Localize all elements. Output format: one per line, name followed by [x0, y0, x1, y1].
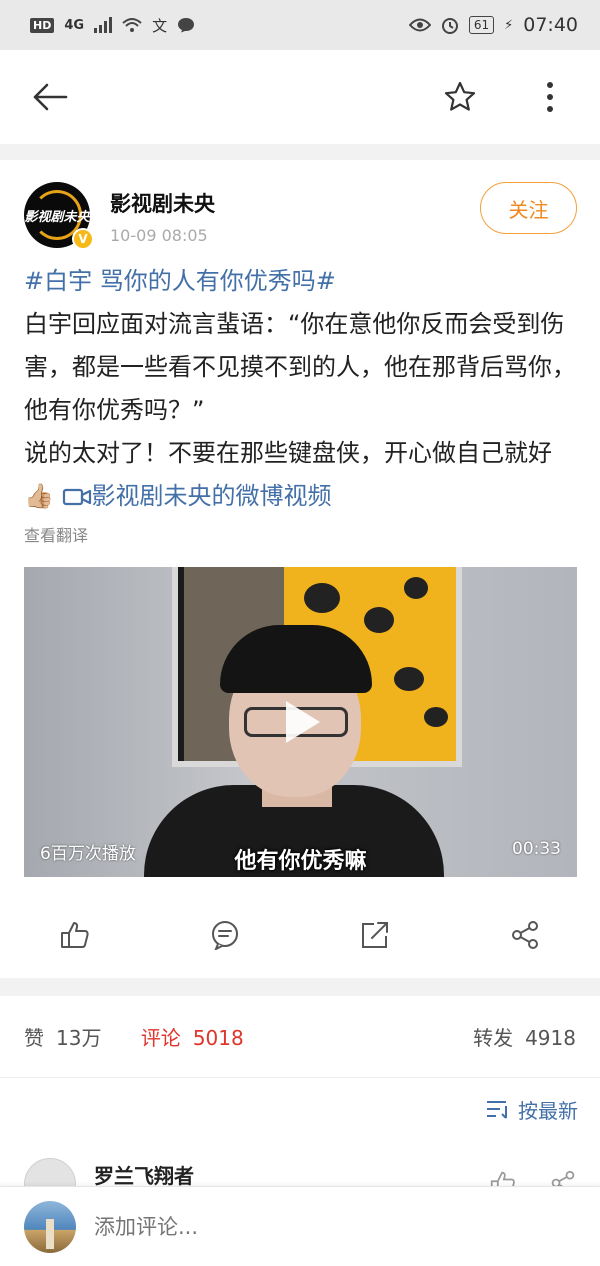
battery-icon: 61: [468, 16, 495, 34]
alarm-icon: [441, 18, 458, 34]
sort-icon: [487, 1101, 507, 1119]
my-avatar[interactable]: [24, 1200, 76, 1253]
video-duration: 00:33: [512, 839, 561, 859]
video-link[interactable]: 影视剧未央的微博视频: [62, 482, 332, 510]
repost-icon: [362, 922, 388, 948]
eye-icon: [408, 18, 431, 32]
back-button[interactable]: [30, 77, 70, 117]
comment-input[interactable]: [94, 1214, 514, 1239]
video-camera-icon: [62, 488, 91, 506]
sort-button[interactable]: 按最新: [486, 1095, 578, 1124]
star-icon: [444, 81, 476, 111]
translate-link[interactable]: 查看翻译: [24, 522, 88, 546]
network-type: 4G: [64, 17, 85, 33]
repost-button[interactable]: [300, 895, 450, 975]
status-bar: HD 4G 文 61 ⚡ 07:40: [0, 0, 600, 50]
stats-tabs: 赞 13万 评论 5018 转发 4918: [0, 996, 600, 1078]
author-avatar[interactable]: 影视剧未央 V: [24, 182, 94, 250]
tab-likes[interactable]: 赞 13万: [24, 1022, 101, 1051]
wifi-icon: [122, 18, 142, 32]
post-text-secondary: 说的太对了！不要在那些键盘侠，开心做自己就好: [24, 439, 552, 467]
thumbs-up-emoji: 👍🏼: [24, 482, 54, 510]
like-icon: [61, 922, 89, 948]
commenter-name[interactable]: 罗兰飞翔者: [94, 1160, 194, 1189]
signal-icon: [94, 17, 113, 33]
hd-badge: HD: [30, 17, 55, 33]
share-icon: [512, 921, 538, 949]
follow-button[interactable]: 关注: [480, 182, 577, 234]
play-icon[interactable]: [276, 697, 326, 747]
sort-bar: 按最新: [0, 1078, 600, 1140]
verified-badge-icon: V: [72, 228, 94, 250]
share-button[interactable]: [450, 895, 600, 975]
post-body: #白宇 骂你的人有你优秀吗# 白宇回应面对流言蜚语：“你在意他你反而会受到伤害，…: [24, 260, 576, 518]
post-card: 影视剧未央 V 影视剧未央 10-09 08:05 关注 #白宇 骂你的人有你优…: [0, 160, 600, 978]
top-nav-bar: [0, 50, 600, 144]
back-arrow-icon: [33, 83, 68, 111]
tab-comments[interactable]: 评论 5018: [141, 1022, 244, 1051]
avatar-logo-text: 影视剧未央: [24, 209, 90, 225]
status-time: 07:40: [523, 14, 578, 36]
video-player[interactable]: 他有你优秀嘛 6百万次播放 00:33: [24, 567, 577, 877]
topic-link[interactable]: #白宇 骂你的人有你优秀吗#: [24, 267, 336, 295]
video-link-label: 影视剧未央的微博视频: [91, 482, 332, 510]
like-button[interactable]: [0, 895, 150, 975]
comment-input-bar: [0, 1186, 600, 1266]
tab-reposts[interactable]: 转发 4918: [473, 1022, 576, 1051]
charging-icon: ⚡: [504, 17, 514, 33]
post-text-main: 白宇回应面对流言蜚语：“你在意他你反而会受到伤害，都是一些看不见摸不到的人，他在…: [24, 310, 576, 424]
post-action-bar: [0, 895, 600, 975]
post-time: 10-09 08:05: [110, 226, 208, 245]
chat-bubble-icon: [178, 18, 195, 33]
favorite-button[interactable]: [440, 77, 480, 117]
play-count: 6百万次播放: [40, 844, 136, 864]
comment-button[interactable]: [150, 895, 300, 975]
more-button[interactable]: [530, 77, 570, 117]
comment-icon: [212, 921, 238, 950]
translate-icon: 文: [152, 16, 168, 35]
author-name[interactable]: 影视剧未央: [110, 188, 215, 218]
more-vertical-icon: [547, 82, 553, 112]
sort-label: 按最新: [518, 1098, 578, 1123]
